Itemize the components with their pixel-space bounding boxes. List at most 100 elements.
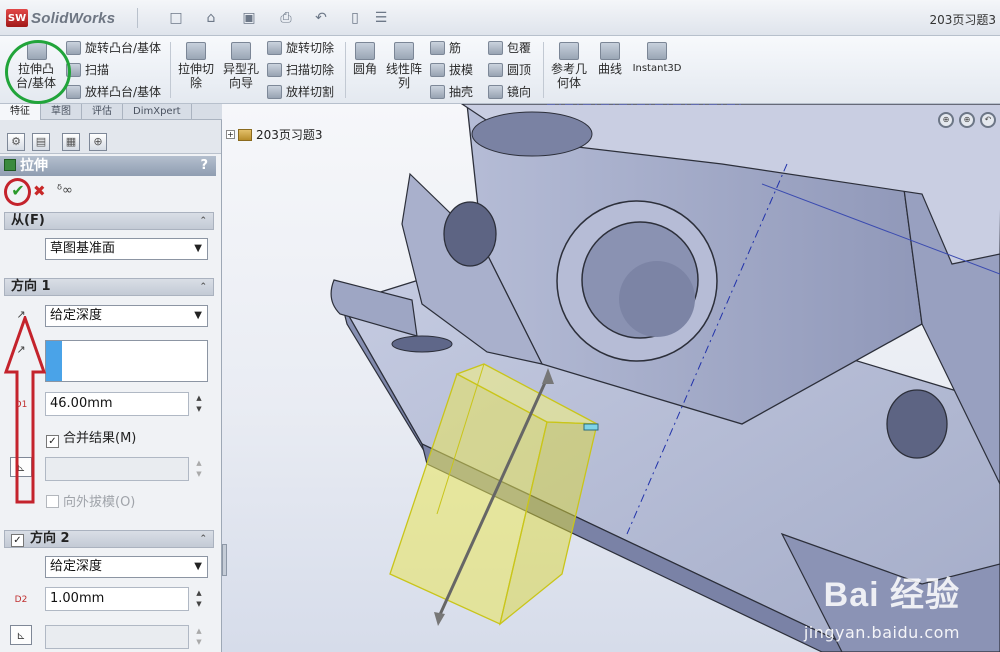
collapse-icon[interactable]: ⌃ [199, 531, 207, 547]
wrap-button[interactable]: 包覆 [488, 40, 531, 56]
options-icon[interactable]: ☰ [370, 9, 392, 27]
zoom-to-fit-icon[interactable]: ⊕ [938, 112, 954, 128]
instant3d-button[interactable]: Instant3D [631, 42, 683, 76]
draft-angle-stepper-2[interactable]: ▲ ▼ [193, 626, 205, 648]
hole-wizard-button[interactable]: 异型孔向导 [221, 42, 261, 90]
depth-value-1: 46.00mm [50, 396, 113, 411]
part-icon [238, 128, 252, 141]
reference-geometry-button[interactable]: 参考几何体 [548, 42, 590, 90]
revolve-cut-button[interactable]: 旋转切除 [267, 40, 334, 56]
mirror-icon [488, 85, 503, 99]
command-manager-ribbon: 拉伸凸台/基体 旋转凸台/基体 扫描 放样凸台/基体 拉伸切除 异型孔向导 旋转… [0, 36, 1000, 104]
draft-on-off-icon[interactable]: ⊾ [10, 457, 32, 477]
depth-input-1[interactable]: 46.00mm [45, 392, 189, 416]
loft-button[interactable]: 放样凸台/基体 [66, 84, 161, 100]
curves-icon [600, 42, 620, 60]
graphics-viewport[interactable]: + 203页习题3 ⊕ ⊕ ↶ Bai 经验 jingyan.baidu.com [222, 104, 1000, 652]
panel-splitter[interactable] [222, 544, 227, 576]
linear-pattern-button[interactable]: 线性阵列 [384, 42, 424, 90]
save-icon[interactable]: ▣ [238, 9, 260, 27]
drag-handle [583, 423, 599, 431]
curves-label: 曲线 [597, 62, 622, 76]
mirror-label: 镜向 [507, 85, 532, 99]
left-hole [443, 201, 497, 267]
extrude-boss-icon [27, 42, 47, 60]
help-button[interactable]: ? [200, 156, 208, 176]
top-hole [471, 111, 593, 157]
collapse-icon[interactable]: ⌃ [199, 279, 207, 295]
fillet-icon [355, 42, 375, 60]
tab-sketch[interactable]: 草图 [41, 104, 82, 120]
open-icon[interactable]: ⌂ [200, 9, 222, 27]
reverse-direction-icon[interactable]: ↗ [10, 305, 32, 325]
draft-angle-input[interactable] [45, 457, 189, 481]
depth-stepper-2[interactable]: ▲ ▼ [193, 588, 205, 610]
expand-icon[interactable]: + [226, 130, 235, 139]
lofted-cut-button[interactable]: 放样切割 [267, 84, 334, 100]
zoom-to-area-icon[interactable]: ⊕ [959, 112, 975, 128]
from-select[interactable]: 草图基准面 ▼ [45, 238, 208, 260]
checkbox-box: ✓ [46, 435, 59, 448]
draft-outward-checkbox[interactable]: 向外拔模(O) [46, 494, 135, 512]
draft-angle-stepper[interactable]: ▲ ▼ [193, 458, 205, 480]
ok-highlight-circle-annotation [4, 178, 31, 206]
dimxpert-manager-icon[interactable]: ⊕ [89, 133, 107, 151]
loft-icon [66, 85, 81, 99]
draft-on-off-icon-2[interactable]: ⊾ [10, 625, 32, 645]
draft-label: 拔模 [449, 63, 474, 77]
app-logo[interactable]: SW SolidWorks [6, 8, 115, 28]
select-icon[interactable]: ▯ [344, 9, 366, 27]
from-group-header[interactable]: 从(F) ⌃ [4, 212, 214, 230]
document-title: 203页习题3 [929, 13, 996, 27]
configuration-manager-icon[interactable]: ▦ [62, 133, 80, 151]
draft-angle-input-2[interactable] [45, 625, 189, 649]
direction-selection-box[interactable] [45, 340, 208, 382]
new-doc-icon[interactable]: □ [165, 9, 187, 27]
direction-vector-icon[interactable]: ↗ [10, 340, 32, 360]
direction2-checkbox[interactable]: ✓ [11, 534, 24, 547]
hole-wizard-label: 异型孔向导 [222, 62, 259, 90]
property-manager-icon[interactable]: ▤ [32, 133, 50, 151]
sweep-icon [66, 63, 81, 77]
fillet-button[interactable]: 圆角 [350, 42, 380, 76]
depth-stepper-1[interactable]: ▲ ▼ [193, 393, 205, 415]
feature-tree-flyout[interactable]: + 203页习题3 [226, 126, 323, 143]
sweep-button[interactable]: 扫描 [66, 62, 109, 78]
draft-button[interactable]: 拔模 [430, 62, 473, 78]
end-condition-select-2[interactable]: 给定深度 ▼ [45, 556, 208, 578]
draft-icon [430, 63, 445, 77]
end-condition-select-1[interactable]: 给定深度 ▼ [45, 305, 208, 327]
detailed-preview-icon[interactable]: ᵟ∞ [57, 182, 73, 200]
swept-cut-button[interactable]: 扫描切除 [267, 62, 334, 78]
from-select-value: 草图基准面 [50, 241, 116, 256]
cancel-icon[interactable]: ✖ [33, 182, 46, 200]
merge-result-checkbox[interactable]: ✓ 合并结果(M) [46, 430, 136, 448]
tab-features[interactable]: 特征 [0, 104, 41, 120]
extrude-boss-button[interactable]: 拉伸凸台/基体 [14, 42, 60, 90]
shell-button[interactable]: 抽壳 [430, 84, 473, 100]
previous-view-icon[interactable]: ↶ [980, 112, 996, 128]
instant3d-icon [647, 42, 667, 60]
tab-dimxpert[interactable]: DimXpert [123, 104, 192, 120]
direction1-header[interactable]: 方向 1 ⌃ [4, 278, 214, 296]
wrap-icon [488, 41, 503, 55]
print-icon[interactable]: ⎙ [275, 9, 297, 27]
dome-button[interactable]: 圆顶 [488, 62, 531, 78]
revolve-boss-button[interactable]: 旋转凸台/基体 [66, 40, 161, 56]
undo-icon[interactable]: ↶ [310, 9, 332, 27]
feature-tree-icon[interactable]: ⚙ [7, 133, 25, 151]
mirror-button[interactable]: 镜向 [488, 84, 531, 100]
sweep-label: 扫描 [85, 63, 110, 77]
depth-input-2[interactable]: 1.00mm [45, 587, 189, 611]
direction2-header[interactable]: ✓ 方向 2 ⌃ [4, 530, 214, 548]
dome-icon [488, 63, 503, 77]
right-hole [886, 389, 948, 459]
curves-button[interactable]: 曲线 [595, 42, 625, 76]
depth-d1-icon: D1 [10, 395, 32, 415]
tab-evaluate[interactable]: 评估 [82, 104, 123, 120]
hole-wizard-icon [231, 42, 251, 60]
extrude-cut-button[interactable]: 拉伸切除 [176, 42, 216, 90]
collapse-icon[interactable]: ⌃ [199, 213, 207, 229]
rib-label: 筋 [449, 41, 462, 55]
rib-button[interactable]: 筋 [430, 40, 461, 56]
